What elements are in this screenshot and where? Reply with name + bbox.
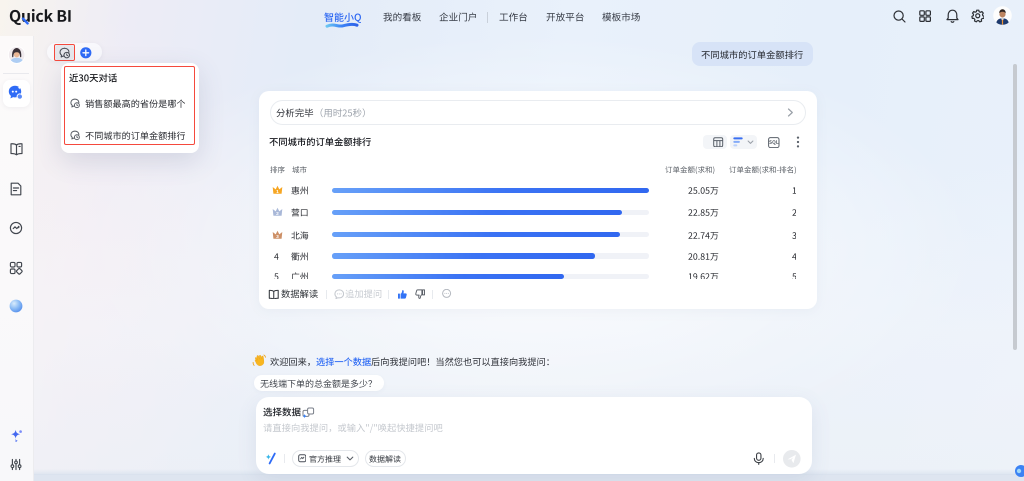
svg-text:3: 3 <box>276 234 279 240</box>
svg-text:1: 1 <box>276 189 279 195</box>
svg-text:2: 2 <box>276 211 279 217</box>
